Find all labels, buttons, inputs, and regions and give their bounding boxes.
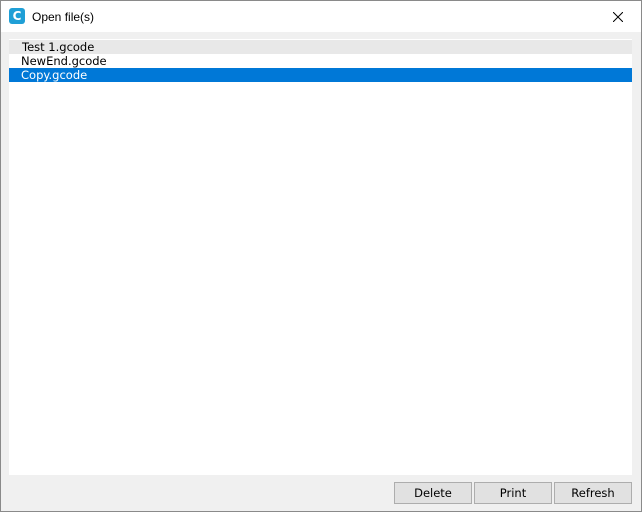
close-button[interactable]	[595, 1, 641, 32]
title-bar: C Open file(s)	[1, 1, 641, 32]
cura-icon: C	[9, 8, 25, 24]
file-list-item-selected[interactable]: Copy.gcode	[9, 68, 632, 82]
file-list-item[interactable]: Test 1.gcode	[9, 40, 632, 54]
open-files-dialog: C Open file(s) Test 1.gcode NewEnd.gcode…	[0, 0, 642, 512]
file-list-item[interactable]: NewEnd.gcode	[9, 54, 632, 68]
window-title: Open file(s)	[32, 10, 95, 24]
refresh-button[interactable]: Refresh	[554, 482, 632, 504]
file-list[interactable]: Test 1.gcode NewEnd.gcode Copy.gcode	[9, 39, 632, 475]
print-button[interactable]: Print	[474, 482, 552, 504]
delete-button[interactable]: Delete	[394, 482, 472, 504]
close-icon	[613, 11, 623, 22]
